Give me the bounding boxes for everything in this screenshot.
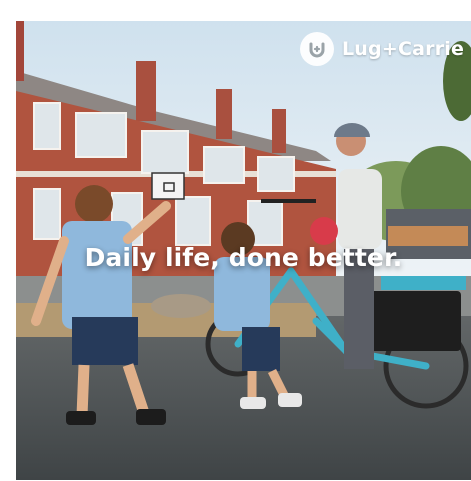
hero-banner[interactable]: Lug+Carrie Daily life, done better. — [16, 21, 471, 480]
lug-carrie-logo-icon — [300, 32, 334, 66]
brand-name: Lug+Carrie — [342, 38, 465, 60]
hero-headline: Daily life, done better. — [84, 243, 403, 272]
brand-lockup[interactable]: Lug+Carrie — [300, 32, 464, 66]
